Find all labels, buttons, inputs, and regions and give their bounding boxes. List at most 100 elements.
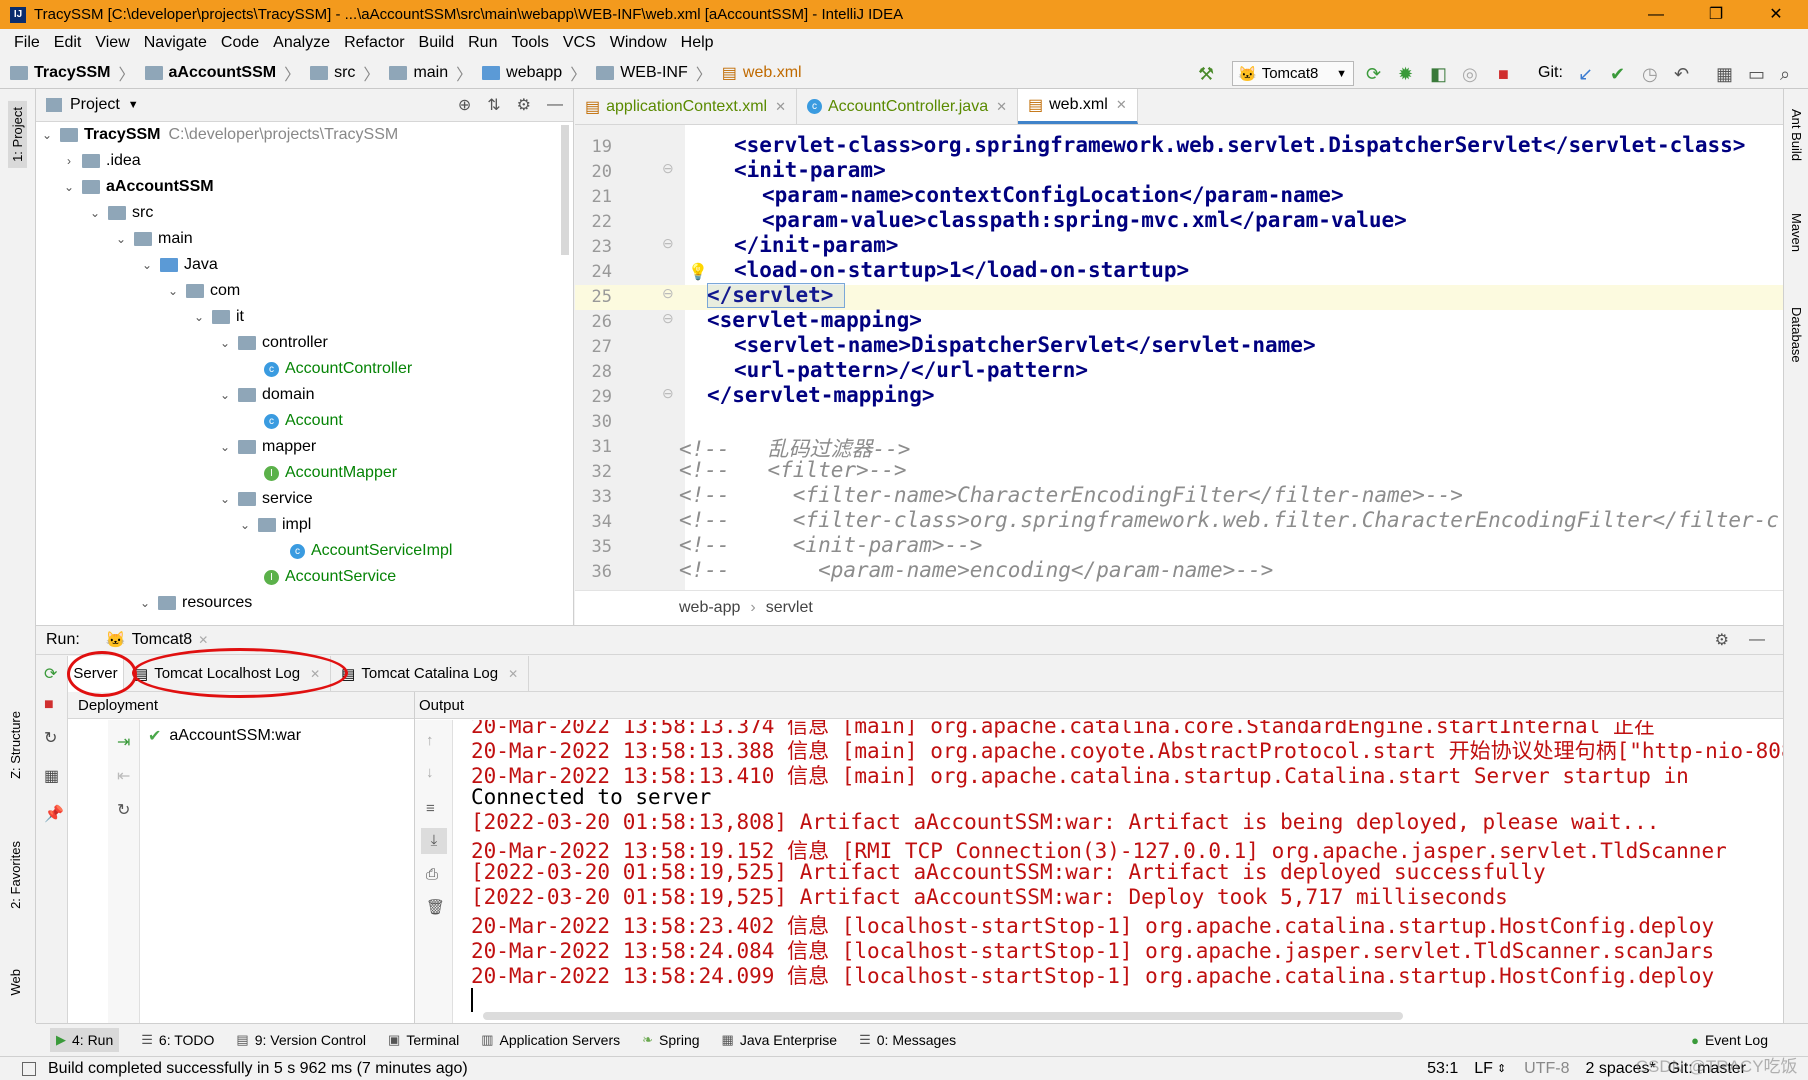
- fold-icon[interactable]: ⊖: [662, 385, 674, 402]
- code-line[interactable]: <!-- <param-name>encoding</param-name>--…: [679, 558, 1781, 582]
- close-tab-icon[interactable]: ✕: [508, 667, 518, 681]
- update-icon[interactable]: ↻: [44, 728, 57, 748]
- file-encoding[interactable]: UTF-8: [1524, 1060, 1569, 1078]
- stop-icon[interactable]: ■: [44, 696, 54, 714]
- pin-icon[interactable]: 📌: [44, 804, 64, 824]
- code-line[interactable]: <!-- <filter-name>CharacterEncodingFilte…: [679, 483, 1781, 507]
- git-commit-icon[interactable]: ✔: [1610, 64, 1625, 85]
- chevron-down-icon[interactable]: ▼: [128, 99, 139, 111]
- crumb-webinf[interactable]: WEB-INF 〉: [596, 61, 712, 85]
- tree-item-mapper[interactable]: ⌄ mapper: [218, 438, 316, 456]
- code-line[interactable]: <param-name>contextConfigLocation</param…: [762, 183, 1781, 207]
- tab-applicationcontext[interactable]: ▤ applicationContext.xml ✕: [575, 89, 797, 124]
- tool-todo[interactable]: ☰ 6: TODO: [141, 1032, 214, 1048]
- code-line[interactable]: <param-value>classpath:spring-mvc.xml</p…: [762, 208, 1781, 232]
- restore-button[interactable]: ❐: [1688, 0, 1744, 29]
- tool-java-enterprise[interactable]: ▦ Java Enterprise: [722, 1032, 838, 1048]
- tree-item-service[interactable]: ⌄ service: [218, 490, 313, 508]
- database-tool-button[interactable]: Database: [1789, 307, 1804, 363]
- code-line[interactable]: <servlet-name>DispatcherServlet</servlet…: [734, 333, 1781, 357]
- print-icon[interactable]: ⎙: [426, 866, 438, 883]
- tree-item-com[interactable]: ⌄ com: [166, 282, 240, 300]
- hide-icon[interactable]: —: [547, 96, 563, 114]
- favorites-tool-button[interactable]: 2: Favorites: [8, 841, 23, 909]
- tab-catalina-log[interactable]: ▤ Tomcat Catalina Log ✕: [331, 655, 530, 692]
- tool-terminal[interactable]: ▣ Terminal: [388, 1032, 459, 1048]
- code-line[interactable]: <!-- <filter-class>org.springframework.w…: [679, 508, 1781, 532]
- tree-item-accountserviceimpl[interactable]: c AccountServiceImpl: [290, 542, 452, 560]
- search-icon[interactable]: ⌕: [1780, 64, 1790, 85]
- trash-icon[interactable]: 🗑: [426, 898, 445, 916]
- maven-tool-button[interactable]: Maven: [1789, 213, 1804, 252]
- tree-item-src[interactable]: ⌄ src: [88, 204, 153, 222]
- menu-run[interactable]: Run: [468, 34, 497, 52]
- caret-position[interactable]: 53:1: [1427, 1060, 1458, 1078]
- menu-navigate[interactable]: Navigate: [144, 34, 207, 52]
- rerun-icon[interactable]: ⟳: [1366, 64, 1381, 85]
- locate-icon[interactable]: ⊕: [458, 95, 471, 115]
- collapse-icon[interactable]: ⇅: [487, 95, 500, 115]
- tree-item-accountservice[interactable]: I AccountService: [264, 568, 396, 586]
- deployment-item[interactable]: ✔ aAccountSSM:war: [148, 726, 301, 746]
- tree-item-resources[interactable]: ⌄ resources: [138, 594, 252, 612]
- line-separator[interactable]: LF: [1474, 1060, 1493, 1078]
- soft-wrap-icon[interactable]: ≡: [426, 800, 435, 817]
- tool-application-servers[interactable]: ▥ Application Servers: [481, 1032, 620, 1048]
- fold-icon[interactable]: ⊖: [662, 235, 674, 252]
- editor-crumb-servlet[interactable]: servlet: [766, 599, 813, 617]
- tree-item-it[interactable]: ⌄ it: [192, 308, 244, 326]
- menu-view[interactable]: View: [95, 34, 129, 52]
- stop-icon[interactable]: ■: [1498, 64, 1509, 85]
- close-tab-icon[interactable]: ✕: [198, 633, 208, 647]
- deploy-icon[interactable]: ⇥: [117, 732, 130, 752]
- rerun-icon[interactable]: ⟳: [44, 664, 57, 684]
- project-panel-title[interactable]: Project: [70, 96, 120, 114]
- menu-build[interactable]: Build: [419, 34, 455, 52]
- tab-webxml[interactable]: ▤ web.xml ✕: [1018, 89, 1138, 124]
- code-line[interactable]: <!-- <init-param>-->: [679, 533, 1781, 557]
- close-tab-icon[interactable]: ✕: [996, 99, 1007, 115]
- minimize-button[interactable]: —: [1628, 0, 1684, 29]
- tab-accountcontroller[interactable]: c AccountController.java ✕: [797, 89, 1018, 124]
- fold-icon[interactable]: ⊖: [662, 310, 674, 327]
- code-line[interactable]: </init-param>: [734, 233, 1781, 257]
- close-button[interactable]: ✕: [1748, 0, 1804, 29]
- menu-tools[interactable]: Tools: [511, 34, 548, 52]
- output-horizontal-scrollbar[interactable]: [483, 1012, 1403, 1020]
- refresh-icon[interactable]: ↻: [117, 800, 130, 820]
- lightbulb-icon[interactable]: 💡: [688, 262, 708, 282]
- layout-icon[interactable]: ▦: [44, 766, 59, 786]
- code-line[interactable]: <servlet-class>org.springframework.web.s…: [734, 133, 1781, 157]
- run-config-select[interactable]: 🐱 Tomcat8 ▼: [1232, 61, 1354, 86]
- layout-icon[interactable]: ▭: [1748, 64, 1765, 85]
- build-hammer-icon[interactable]: ⚒: [1198, 64, 1214, 85]
- status-message[interactable]: Build completed successfully in 5 s 962 …: [48, 1060, 468, 1078]
- tool-version-control[interactable]: ▤ 9: Version Control: [236, 1032, 366, 1048]
- code-line[interactable]: <url-pattern>/</url-pattern>: [734, 358, 1781, 382]
- menu-code[interactable]: Code: [221, 34, 259, 52]
- menu-file[interactable]: File: [14, 34, 40, 52]
- tree-item-tracyssm[interactable]: ⌄ TracySSM C:\developer\projects\TracySSM: [40, 126, 398, 144]
- scroll-to-end-icon[interactable]: ⤓: [421, 828, 447, 854]
- crumb-src[interactable]: src 〉: [310, 61, 379, 85]
- hide-icon[interactable]: —: [1749, 631, 1765, 649]
- up-arrow-icon[interactable]: ↑: [426, 732, 434, 749]
- tree-item-accountcontroller[interactable]: c AccountController: [264, 360, 412, 378]
- close-tab-icon[interactable]: ✕: [775, 99, 786, 115]
- code-line[interactable]: <init-param>: [734, 158, 1781, 182]
- vcs-branch[interactable]: Git: master CSDN @TRACY吃饭: [1636, 1057, 1798, 1078]
- fold-icon[interactable]: ⊖: [662, 160, 674, 177]
- menu-window[interactable]: Window: [610, 34, 667, 52]
- undeploy-icon[interactable]: ⇤: [117, 766, 130, 786]
- menu-analyze[interactable]: Analyze: [273, 34, 330, 52]
- crumb-main[interactable]: main 〉: [389, 61, 472, 85]
- history-icon[interactable]: ◷: [1642, 64, 1658, 85]
- project-tool-button[interactable]: 1: Project: [8, 101, 27, 168]
- tree-item-impl[interactable]: ⌄ impl: [238, 516, 311, 534]
- tool-event-log[interactable]: ● Event Log: [1691, 1032, 1768, 1048]
- tree-item-java[interactable]: ⌄ Java: [140, 256, 218, 274]
- debug-icon[interactable]: ✹: [1398, 64, 1413, 85]
- tool-messages[interactable]: ☰ 0: Messages: [859, 1032, 956, 1048]
- tool-run[interactable]: ▶ 4: Run: [50, 1028, 120, 1052]
- crumb-webapp[interactable]: webapp 〉: [482, 61, 586, 85]
